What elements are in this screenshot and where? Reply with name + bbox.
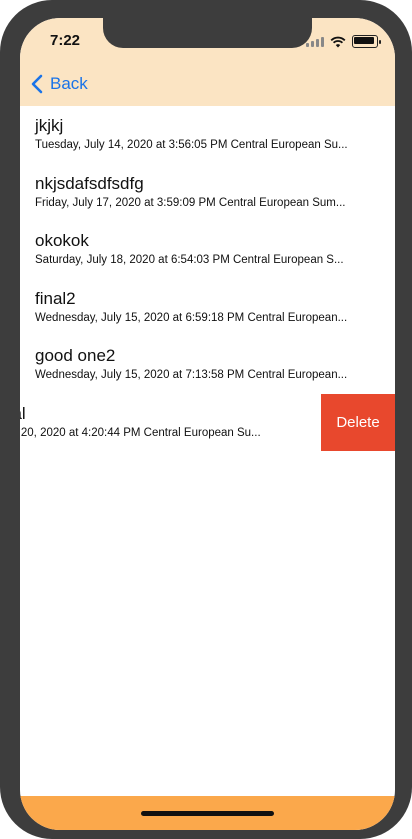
item-date: Saturday, July 18, 2020 at 6:54:03 PM Ce… (35, 254, 344, 266)
wifi-icon (330, 36, 346, 47)
back-label: Back (50, 74, 88, 93)
list-item[interactable]: final2 Wednesday, July 15, 2020 at 6:59:… (20, 278, 395, 336)
back-button[interactable]: Back (30, 74, 88, 94)
chevron-left-icon (31, 74, 43, 94)
item-date: Wednesday, July 15, 2020 at 6:59:18 PM C… (35, 311, 348, 324)
cellular-signal-icon (306, 36, 324, 47)
status-time: 7:22 (50, 32, 81, 49)
phone-screen: 7:22 Back jkjkj Tuesday, July 14, 2020 a… (20, 18, 395, 830)
delete-button[interactable]: Delete (321, 393, 395, 451)
item-date: Tuesday, July 14, 2020 at 3:56:05 PM Cen… (35, 139, 348, 151)
status-icons (306, 35, 381, 48)
device-notch (103, 18, 312, 48)
bottom-bar (20, 796, 395, 830)
item-title: okokok (35, 231, 89, 250)
list-item-swiped[interactable]: eal uly 20, 2020 at 4:20:44 PM Central E… (20, 393, 395, 451)
item-title: eal (20, 403, 26, 423)
item-date: Friday, July 17, 2020 at 3:59:09 PM Cent… (35, 196, 346, 209)
item-date: Wednesday, July 15, 2020 at 7:13:58 PM C… (35, 369, 348, 381)
item-title: final2 (35, 288, 76, 308)
list-item[interactable]: good one2 Wednesday, July 15, 2020 at 7:… (20, 336, 395, 394)
item-title: jkjkj (35, 116, 64, 135)
item-title: good one2 (35, 346, 116, 365)
home-indicator[interactable] (141, 811, 274, 816)
list-item[interactable]: jkjkj Tuesday, July 14, 2020 at 3:56:05 … (20, 106, 395, 164)
entries-list: jkjkj Tuesday, July 14, 2020 at 3:56:05 … (20, 106, 395, 451)
item-date: uly 20, 2020 at 4:20:44 PM Central Europ… (20, 426, 261, 439)
item-title: nkjsdafsdfsdfg (35, 173, 144, 193)
navigation-header: 7:22 Back (20, 18, 395, 106)
list-item[interactable]: okokok Saturday, July 18, 2020 at 6:54:0… (20, 221, 395, 279)
list-item[interactable]: nkjsdafsdfsdfg Friday, July 17, 2020 at … (20, 163, 395, 221)
battery-icon (352, 35, 378, 48)
